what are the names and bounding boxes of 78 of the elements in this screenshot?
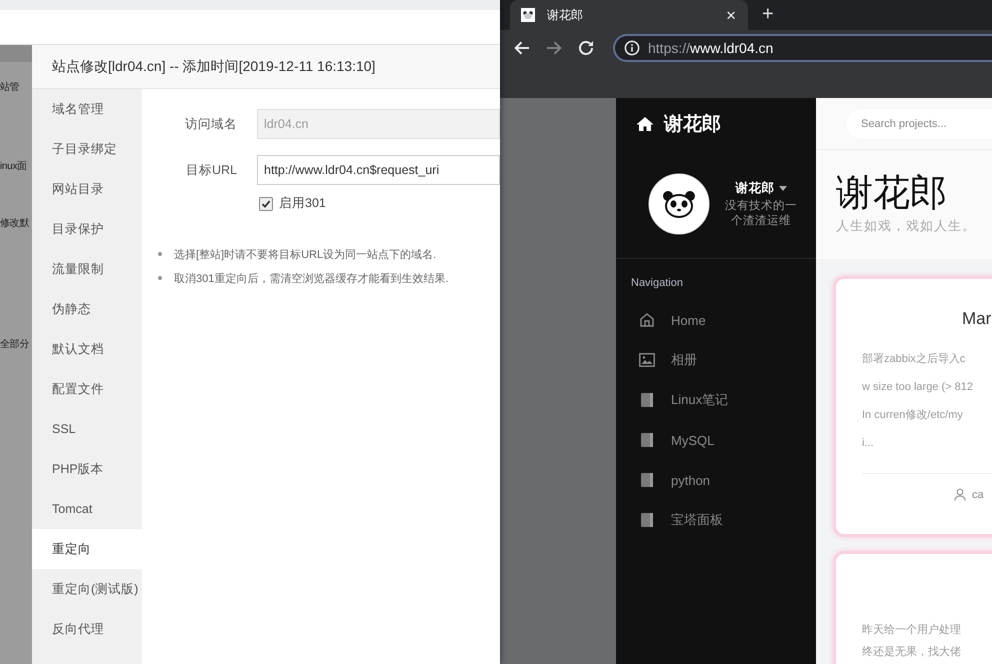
nav-label: 宝塔面板 — [671, 511, 723, 529]
nav-item[interactable]: python — [616, 460, 816, 500]
note-text: 取消301重定向后，需清空浏览器缓存才能看到生效结果. — [174, 272, 448, 286]
post-card[interactable]: Mar 部署zabbix之后导入c w size too large (> 812 In curren修改/etc/my i... ca — [836, 279, 992, 534]
image-icon — [639, 353, 655, 367]
nav-label: Home — [671, 312, 706, 328]
reload-icon[interactable] — [577, 38, 595, 56]
background-text: 修改默 — [0, 216, 30, 230]
panda-avatar — [648, 173, 710, 235]
background-bar — [0, 45, 32, 62]
browser-tab[interactable]: 谢花郎 × — [510, 0, 748, 30]
close-button[interactable]: × — [726, 6, 736, 24]
book-icon — [640, 472, 654, 488]
menu-item[interactable]: PHP版本 — [32, 449, 142, 489]
menu-item[interactable]: 子目录绑定 — [32, 129, 142, 169]
field-label: 访问域名 — [184, 116, 237, 132]
user-icon — [954, 488, 966, 501]
search-field[interactable]: Search projects... — [846, 108, 992, 138]
home-icon[interactable] — [636, 116, 654, 132]
menu-item[interactable]: 重定向(测试版) — [32, 569, 142, 609]
nav-item[interactable]: Home — [616, 300, 816, 340]
profile-name[interactable]: 谢花郎 — [736, 180, 774, 197]
home-icon — [639, 312, 655, 328]
post-author: ca — [972, 488, 984, 500]
nav-item[interactable]: Linux笔记 — [616, 380, 816, 420]
tab-title: 谢花郎 — [547, 6, 584, 24]
nav-heading: Navigation — [630, 276, 684, 290]
post-excerpt: 昨天给一个用户处理 — [862, 622, 962, 638]
checkbox-label: 启用301 — [279, 195, 326, 212]
background-text: 全部分 — [0, 338, 30, 350]
note-text: 选择[整站]时请不要将目标URL设为同一站点下的域名. — [174, 248, 436, 262]
nav-label: Linux笔记 — [671, 391, 728, 409]
page-subtitle: 人生如戏，戏如人生。 — [836, 217, 977, 235]
menu-item[interactable]: 流量限制 — [32, 249, 142, 289]
post-excerpt: 终还是无果，找大佬 — [862, 645, 962, 660]
profile-bio: 没有技术的一个渣渣运维 — [724, 198, 798, 228]
book-icon — [640, 512, 654, 528]
info-icon[interactable] — [624, 40, 640, 56]
menu-item[interactable]: 伪静态 — [32, 289, 142, 329]
favicon-icon — [521, 8, 535, 22]
bullet-icon — [158, 252, 162, 256]
back-icon[interactable] — [513, 38, 531, 56]
url-text: https://www.ldr04.cn — [648, 40, 774, 56]
check-icon — [261, 198, 271, 208]
nav-label: MySQL — [671, 432, 714, 448]
caret-icon[interactable] — [778, 186, 786, 191]
checkbox[interactable] — [259, 196, 273, 210]
address-bar[interactable]: https://www.ldr04.cn — [613, 34, 992, 62]
nav-label: 相册 — [671, 351, 697, 369]
background-text: inux面 — [0, 160, 27, 173]
background-text: 站管 — [0, 80, 20, 94]
site-title[interactable]: 谢花郎 — [664, 111, 721, 137]
post-excerpt: In curren修改/etc/my — [862, 408, 964, 423]
bullet-icon — [158, 276, 162, 280]
menu-item[interactable]: SSL — [32, 409, 142, 449]
dialog-title: 站点修改[ldr04.cn] -- 添加时间[2019-12-11 16:13:10] — [32, 45, 500, 89]
post-title[interactable]: Mar — [862, 307, 992, 331]
nav-item[interactable]: MySQL — [616, 420, 816, 460]
menu-item[interactable]: 配置文件 — [32, 369, 142, 409]
field-label: 目标URL — [184, 162, 237, 178]
nav-item[interactable]: 相册 — [616, 340, 816, 380]
menu-item[interactable]: 重定向 — [32, 529, 142, 569]
book-icon — [640, 432, 654, 448]
menu-item[interactable]: 默认文档 — [32, 329, 142, 369]
input-field[interactable]: http://www.ldr04.cn$request_uri — [257, 155, 500, 185]
nav-label: python — [671, 472, 710, 488]
post-excerpt: i... — [862, 436, 875, 451]
menu-item[interactable]: 目录保护 — [32, 209, 142, 249]
page-title: 谢花郎 — [836, 171, 948, 215]
post-excerpt: w size too large (> 812 — [862, 380, 974, 395]
menu-item[interactable]: 反向代理 — [32, 609, 142, 649]
menu-item[interactable]: 网站目录 — [32, 169, 142, 209]
menu-item[interactable]: 域名管理 — [32, 89, 142, 129]
post-excerpt: 部署zabbix之后导入c — [862, 352, 966, 367]
new-tab-button[interactable]: + — [762, 4, 774, 24]
book-icon — [640, 392, 654, 408]
nav-item[interactable]: 宝塔面板 — [616, 500, 816, 540]
menu-item[interactable]: Tomcat — [32, 489, 142, 529]
